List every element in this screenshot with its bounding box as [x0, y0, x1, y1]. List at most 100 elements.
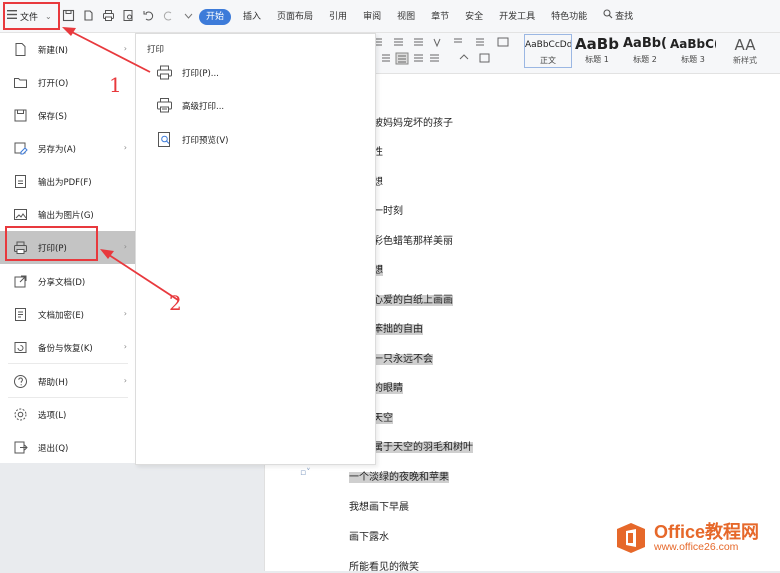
chevron-right-icon: › — [123, 309, 127, 318]
save-as-icon — [13, 141, 28, 156]
style-name: 标题 2 — [633, 55, 657, 64]
document-line-text: 属于天空的羽毛和树叶 — [373, 442, 473, 453]
menu-separator — [8, 363, 128, 364]
file-menu-item-label: 备份与恢复(K) — [38, 343, 93, 354]
document-line-text: 天空 — [373, 413, 393, 424]
file-menu-item[interactable]: 新建(N) › — [0, 33, 135, 66]
style-sample: AaBbC( — [670, 37, 716, 51]
file-menu-item[interactable]: 文档加密(E) › — [0, 298, 135, 331]
gear-icon — [13, 407, 28, 422]
style-sample: AaBbCcDd — [525, 40, 571, 50]
document-line: 被妈妈宠坏的孩子 — [373, 114, 453, 129]
tab-review[interactable]: 审阅 — [355, 9, 389, 25]
file-menu-item-label: 帮助(H) — [38, 377, 69, 388]
tab-page-layout[interactable]: 页面布局 — [269, 9, 321, 25]
file-menu-item[interactable]: 帮助(H) › — [0, 365, 135, 398]
file-menu-item-label: 保存(S) — [38, 111, 68, 122]
file-menu-item[interactable]: 选项(L) — [0, 398, 135, 431]
undo-icon[interactable] — [142, 9, 155, 22]
chevron-right-icon: › — [123, 44, 127, 53]
save-icon[interactable] — [62, 9, 75, 22]
help-icon — [13, 374, 28, 389]
file-menu-item-label: 分享文档(D) — [38, 277, 86, 288]
annotation-box-file — [3, 2, 60, 30]
document-line-text: 一只永远不会 — [373, 354, 433, 365]
paragraph-tools — [370, 35, 520, 69]
tab-home[interactable]: 开始 — [199, 9, 232, 25]
file-menu-item[interactable]: 备份与恢复(K) › — [0, 331, 135, 364]
file-menu-item[interactable]: 退出(Q) — [0, 431, 135, 464]
chevron-right-icon: › — [123, 342, 127, 351]
style-heading-2[interactable]: AaBb( 标题 2 — [622, 34, 668, 68]
submenu-title: 打印 — [147, 45, 165, 55]
search-icon — [603, 9, 613, 25]
image-icon — [13, 207, 28, 222]
paragraph-format-icons[interactable] — [370, 35, 520, 69]
pdf-export-icon[interactable] — [82, 9, 95, 22]
watermark-title: Office教程网 — [654, 522, 760, 542]
style-sample: AaBb — [575, 35, 619, 53]
print-icon[interactable] — [102, 9, 115, 22]
print-submenu-item[interactable]: 打印(P)... — [156, 64, 219, 81]
share-icon — [13, 274, 28, 289]
paragraph-marker-icon[interactable]: ▫˅ — [300, 468, 311, 478]
redo-icon[interactable] — [162, 9, 175, 22]
style-name: 标题 3 — [681, 55, 705, 64]
document-line-text: 画下露水 — [349, 532, 389, 543]
tab-developer[interactable]: 开发工具 — [491, 9, 543, 25]
tab-security[interactable]: 安全 — [457, 9, 491, 25]
document-line-text: 一个淡绿的夜晚和苹果 — [349, 472, 449, 483]
print-icon — [156, 64, 173, 81]
file-menu-item-label: 另存为(A) — [38, 144, 76, 155]
new-doc-icon — [13, 42, 28, 57]
file-menu-item[interactable]: 分享文档(D) — [0, 265, 135, 298]
file-menu-item-label: 文档加密(E) — [38, 310, 85, 321]
tab-special-features[interactable]: 特色功能 — [543, 9, 595, 25]
style-normal[interactable]: AaBbCcDd 正文 — [524, 34, 572, 68]
document-line: 一时刻 — [373, 202, 403, 217]
title-toolbar: 文件 ⌄ 开始 插入 页面布局 引用 审阅 视图 章节 安全 开发工具 特色功能… — [0, 0, 780, 33]
file-menu-item[interactable]: 输出为PDF(F) — [0, 165, 135, 198]
print-submenu: 打印 打印(P)... 高级打印... 打印预览(V) — [135, 33, 376, 465]
file-menu-item-label: 打开(O) — [38, 78, 69, 89]
annotation-step-1: 1 — [109, 73, 122, 97]
document-line: 画下露水 — [349, 528, 389, 543]
new-style-button[interactable]: AA 新样式 — [728, 35, 762, 66]
file-menu-item[interactable]: 另存为(A) › — [0, 132, 135, 165]
new-style-icon: AA — [734, 36, 756, 54]
chevron-right-icon: › — [123, 376, 127, 385]
annotation-box-print — [5, 226, 98, 261]
style-heading-3[interactable]: AaBbC( 标题 3 — [670, 34, 716, 68]
document-line-text: 心爱的白纸上画画 — [373, 295, 453, 306]
document-line: 一只永远不会 — [373, 350, 433, 365]
document-line-text: 一时刻 — [373, 206, 403, 217]
style-sample: AaBb( — [623, 36, 667, 51]
tab-references[interactable]: 引用 — [321, 9, 355, 25]
tab-view[interactable]: 视图 — [389, 9, 423, 25]
style-name: 标题 1 — [585, 55, 609, 64]
document-line: 的眼睛 — [373, 379, 403, 394]
print-preview-icon[interactable] — [122, 9, 135, 22]
file-menu-item[interactable]: 保存(S) — [0, 99, 135, 132]
folder-icon — [13, 75, 28, 90]
tab-chapter[interactable]: 章节 — [423, 9, 457, 25]
file-menu-item-label: 选项(L) — [38, 410, 67, 421]
print-preview-icon — [156, 131, 173, 148]
menu-separator — [8, 397, 128, 398]
style-heading-1[interactable]: AaBb 标题 1 — [574, 34, 620, 68]
print-submenu-item-label: 打印预览(V) — [182, 135, 229, 146]
style-gallery: AaBbCcDd 正文 AaBb 标题 1 AaBb( 标题 2 AaBbC( … — [524, 34, 718, 68]
document-line-text: 所能看见的微笑 — [349, 562, 419, 573]
encrypt-icon — [13, 307, 28, 322]
file-menu-item-label: 退出(Q) — [38, 443, 69, 454]
print-submenu-item[interactable]: 打印预览(V) — [156, 131, 228, 148]
search-button[interactable]: 查找 — [595, 9, 641, 25]
backup-icon — [13, 340, 28, 355]
tab-insert[interactable]: 插入 — [235, 9, 269, 25]
customize-icon[interactable] — [182, 9, 195, 22]
document-line-text: 被妈妈宠坏的孩子 — [373, 118, 453, 129]
file-menu-item-label: 输出为PDF(F) — [38, 177, 92, 188]
print-submenu-item[interactable]: 高级打印... — [156, 97, 224, 114]
document-line: 笨拙的自由 — [373, 320, 423, 335]
file-menu-item-label: 输出为图片(G) — [38, 210, 94, 221]
